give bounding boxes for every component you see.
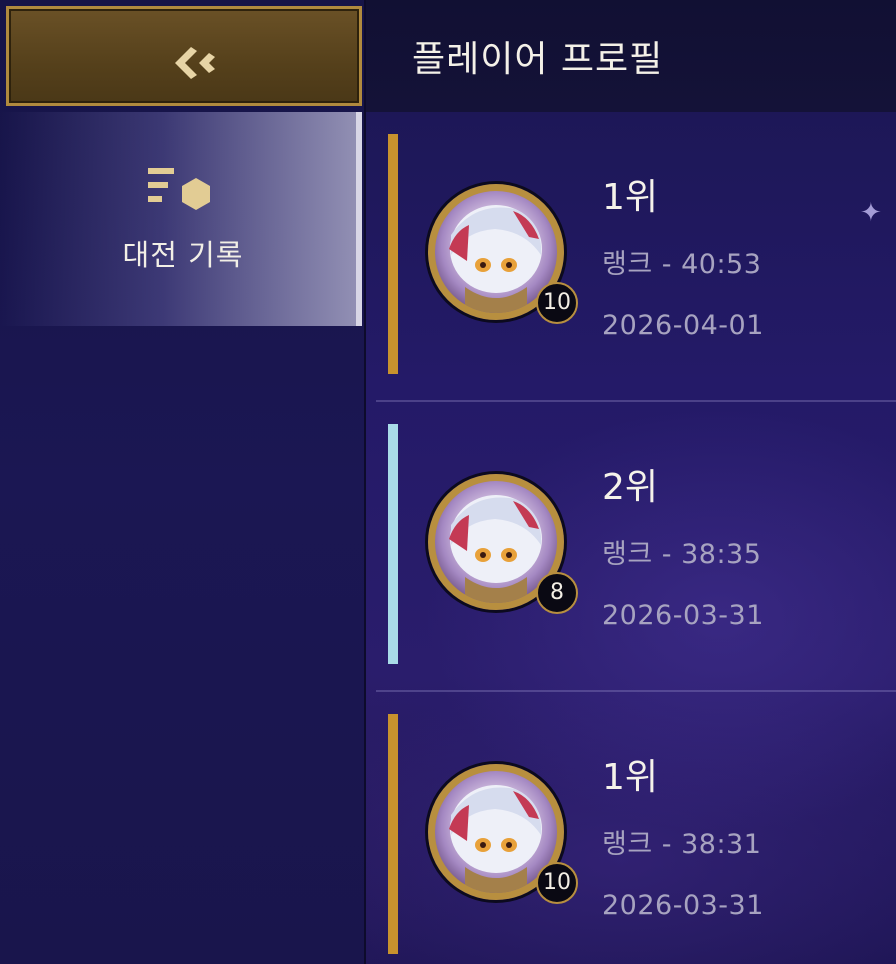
match-date: 2026-03-31 (602, 890, 764, 921)
active-indicator (356, 112, 362, 326)
placement-text: 2위 (602, 467, 659, 508)
match-card[interactable]: 10 1위 랭크 - 38:31 2026-03-31 (376, 692, 896, 964)
level-badge: 8 (536, 572, 578, 614)
match-history-icon (148, 168, 210, 210)
match-card[interactable]: 8 2위 랭크 - 38:35 2026-03-31 (376, 402, 896, 692)
back-button[interactable] (6, 6, 362, 106)
level-badge: 10 (536, 282, 578, 324)
page-title: 플레이어 프로필 (412, 39, 664, 80)
avatar-wrap: 8 (428, 474, 578, 614)
level-badge: 10 (536, 862, 578, 904)
avatar-wrap: 10 (428, 764, 578, 904)
sidebar-item-match-history[interactable]: 대전 기록 (0, 112, 362, 326)
placement-indicator (388, 714, 398, 954)
sidebar: 대전 기록 (0, 0, 366, 964)
match-card[interactable]: 10 1위 랭크 - 40:53 2026-04-01 (376, 112, 896, 402)
mode-duration-text: 랭크 - 40:53 (602, 249, 762, 280)
sidebar-item-label: 대전 기록 (122, 238, 244, 272)
match-date: 2026-04-01 (602, 310, 764, 341)
avatar-wrap: 10 (428, 184, 578, 324)
placement-text: 1위 (602, 177, 659, 218)
match-list[interactable]: 10 1위 랭크 - 40:53 2026-04-01 8 2위 랭크 - 38… (376, 112, 896, 964)
placement-indicator (388, 134, 398, 374)
app-root: ✦ ✦ 대전 기록 플레이어 프로필 (0, 0, 896, 964)
header: 플레이어 프로필 (366, 0, 896, 112)
mode-duration-text: 랭크 - 38:31 (602, 829, 762, 860)
match-date: 2026-03-31 (602, 600, 764, 631)
placement-text: 1위 (602, 757, 659, 798)
chevron-double-left-icon (175, 47, 215, 79)
mode-duration-text: 랭크 - 38:35 (602, 539, 762, 570)
placement-indicator (388, 424, 398, 664)
